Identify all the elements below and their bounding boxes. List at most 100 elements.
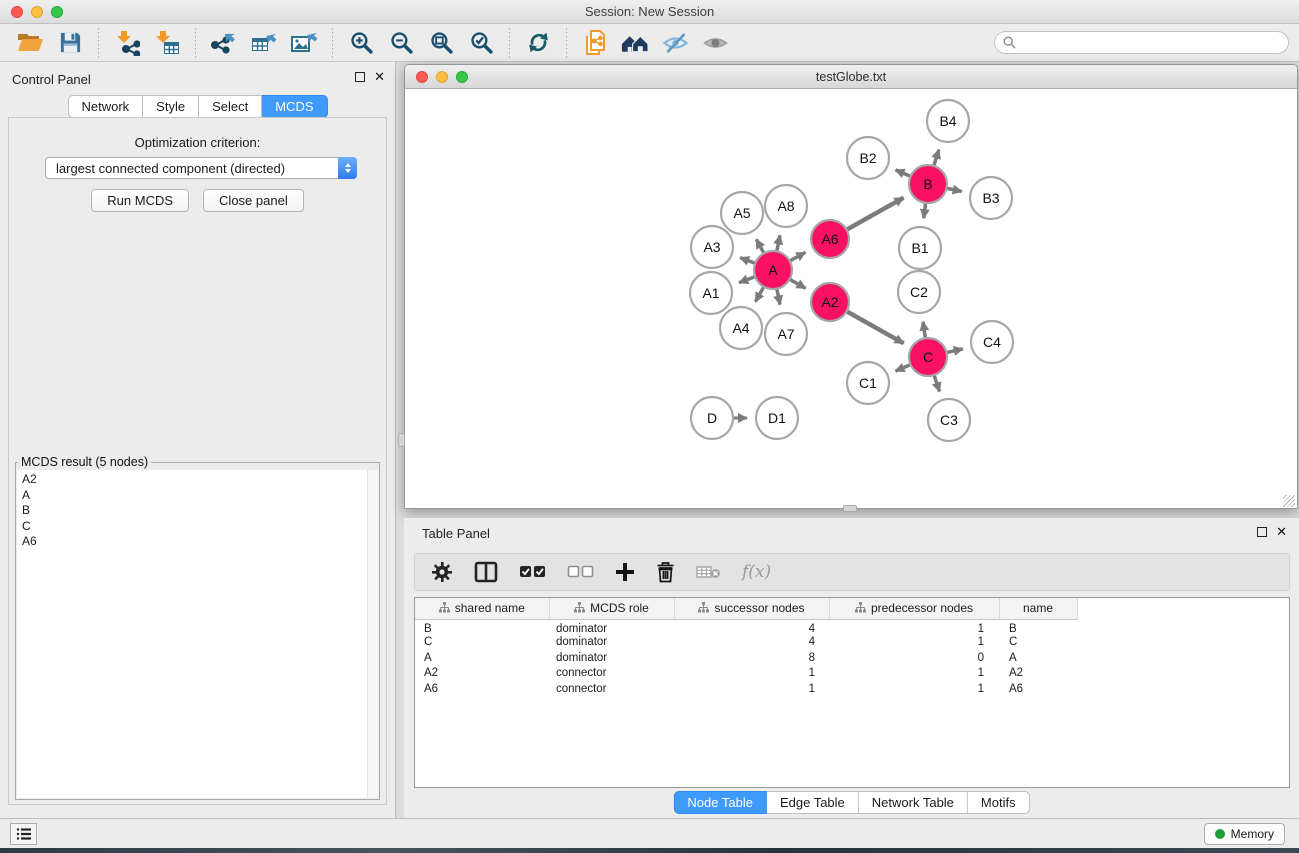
search-icon	[1003, 36, 1016, 49]
zoom-out-icon[interactable]	[386, 28, 416, 58]
refresh-layout-icon[interactable]	[523, 28, 553, 58]
table-settings-icon[interactable]	[431, 561, 453, 583]
node-label: B2	[859, 150, 876, 166]
zoom-selected-icon[interactable]	[466, 28, 496, 58]
horizontal-splitter-handle[interactable]	[843, 505, 857, 512]
mcds-result-item[interactable]: A2	[22, 472, 378, 488]
network-window-title-bar[interactable]: testGlobe.txt	[405, 65, 1297, 89]
node-table[interactable]: shared nameMCDS role successor nodes prede…	[415, 598, 1289, 697]
search-field[interactable]	[994, 31, 1289, 54]
node-B[interactable]: B	[909, 165, 947, 203]
optimization-criterion-label: Optimization criterion:	[9, 135, 386, 150]
close-panel-icon[interactable]: ✕	[374, 72, 385, 82]
node-C4[interactable]: C4	[971, 321, 1013, 363]
home-icon[interactable]	[620, 28, 650, 58]
search-input[interactable]	[1021, 36, 1288, 50]
float-table-panel-icon[interactable]	[1257, 527, 1267, 537]
table-row[interactable]: Adominator80A	[415, 650, 1289, 666]
new-network-from-selection-icon[interactable]	[580, 28, 610, 58]
import-table-icon[interactable]	[152, 28, 182, 58]
node-A7[interactable]: A7	[765, 313, 807, 355]
node-B4[interactable]: B4	[927, 100, 969, 142]
node-D1[interactable]: D1	[756, 397, 798, 439]
tab-select[interactable]: Select	[199, 95, 262, 118]
node-C2[interactable]: C2	[898, 271, 940, 313]
node-D[interactable]: D	[691, 397, 733, 439]
network-canvas[interactable]: A A1 A2 A3 A4 A5 A6 A7 A8 B B1 B2 B3B4 C C1 C2 C3 C4 D D1	[405, 89, 1297, 509]
node-A3[interactable]: A3	[691, 226, 733, 268]
mcds-result-item[interactable]: A	[22, 488, 378, 504]
column-header-label: predecessor nodes	[871, 601, 973, 615]
column-header-mcds-role[interactable]: MCDS role	[549, 598, 674, 619]
table-row[interactable]: Bdominator41B	[415, 619, 1289, 635]
table-tab-motifs[interactable]: Motifs	[968, 791, 1030, 814]
table-row[interactable]: Cdominator41C	[415, 635, 1289, 651]
mcds-result-item[interactable]: B	[22, 503, 378, 519]
save-session-icon[interactable]	[55, 28, 85, 58]
table-row[interactable]: A6connector11A6	[415, 681, 1289, 697]
export-table-icon[interactable]	[249, 28, 279, 58]
float-panel-icon[interactable]	[355, 72, 365, 82]
export-image-icon[interactable]	[289, 28, 319, 58]
add-column-icon[interactable]	[615, 562, 635, 582]
edge-A2-C[interactable]	[844, 310, 904, 344]
node-A8[interactable]: A8	[765, 185, 807, 227]
node-label: A7	[777, 326, 794, 342]
tab-network[interactable]: Network	[67, 95, 143, 118]
node-A[interactable]: A	[754, 251, 792, 289]
open-session-icon[interactable]	[15, 28, 45, 58]
memory-button[interactable]: Memory	[1204, 823, 1285, 845]
table-row[interactable]: A2connector11A2	[415, 666, 1289, 682]
node-A5[interactable]: A5	[721, 192, 763, 234]
table-tab-network-table[interactable]: Network Table	[859, 791, 968, 814]
import-network-icon[interactable]	[112, 28, 142, 58]
scrollbar-track[interactable]	[367, 470, 378, 798]
export-network-icon[interactable]	[209, 28, 239, 58]
node-C3[interactable]: C3	[928, 399, 970, 441]
task-history-button[interactable]	[10, 823, 37, 845]
node-A6[interactable]: A6	[811, 220, 849, 258]
column-header-shared-name[interactable]: shared name	[415, 598, 549, 619]
column-header-predecessor-nodes[interactable]: predecessor nodes	[829, 598, 999, 619]
mcds-result-item[interactable]: C	[22, 519, 378, 535]
column-header-label: successor nodes	[714, 601, 804, 615]
hide-selected-icon[interactable]	[660, 28, 690, 58]
column-header-name[interactable]: name	[999, 598, 1077, 619]
edge-A6-B[interactable]	[844, 198, 904, 232]
close-panel-button[interactable]: Close panel	[203, 189, 304, 212]
mcds-result-list-container[interactable]: A2ABCA6	[17, 470, 378, 798]
mcds-panel: Optimization criterion: largest connecte…	[8, 117, 387, 805]
tab-style[interactable]: Style	[143, 95, 199, 118]
vertical-splitter-handle[interactable]	[398, 433, 405, 447]
desktop-edge	[0, 848, 1299, 853]
network-graph: A A1 A2 A3 A4 A5 A6 A7 A8 B B1 B2 B3B4 C C1 C2 C3 C4 D D1	[405, 89, 1297, 509]
node-B3[interactable]: B3	[970, 177, 1012, 219]
node-A1[interactable]: A1	[690, 272, 732, 314]
show-all-icon[interactable]	[700, 28, 730, 58]
delete-column-icon[interactable]	[656, 561, 675, 583]
mcds-result-item[interactable]: A6	[22, 534, 378, 550]
node-B2[interactable]: B2	[847, 137, 889, 179]
node-label: C4	[983, 334, 1001, 350]
window-resize-grip[interactable]	[1283, 495, 1295, 507]
table-tab-edge-table[interactable]: Edge Table	[767, 791, 859, 814]
column-header-successor-nodes[interactable]: successor nodes	[674, 598, 829, 619]
node-B1[interactable]: B1	[899, 227, 941, 269]
tab-mcds[interactable]: MCDS	[262, 95, 327, 118]
function-builder-icon[interactable]: f(x)	[742, 562, 771, 582]
delete-table-icon[interactable]	[696, 564, 721, 580]
close-table-panel-icon[interactable]: ✕	[1276, 527, 1287, 537]
table-cell: A2	[999, 666, 1077, 682]
run-mcds-button[interactable]: Run MCDS	[91, 189, 189, 212]
node-C1[interactable]: C1	[847, 362, 889, 404]
zoom-in-icon[interactable]	[346, 28, 376, 58]
node-A2[interactable]: A2	[811, 283, 849, 321]
node-A4[interactable]: A4	[720, 307, 762, 349]
criterion-dropdown[interactable]: largest connected component (directed)	[45, 157, 357, 179]
show-columns-icon[interactable]	[474, 561, 498, 583]
select-all-checks-icon[interactable]	[519, 565, 546, 579]
table-tab-node-table[interactable]: Node Table	[673, 791, 767, 814]
node-C[interactable]: C	[909, 338, 947, 376]
deselect-all-checks-icon[interactable]	[567, 565, 594, 579]
zoom-fit-icon[interactable]	[426, 28, 456, 58]
